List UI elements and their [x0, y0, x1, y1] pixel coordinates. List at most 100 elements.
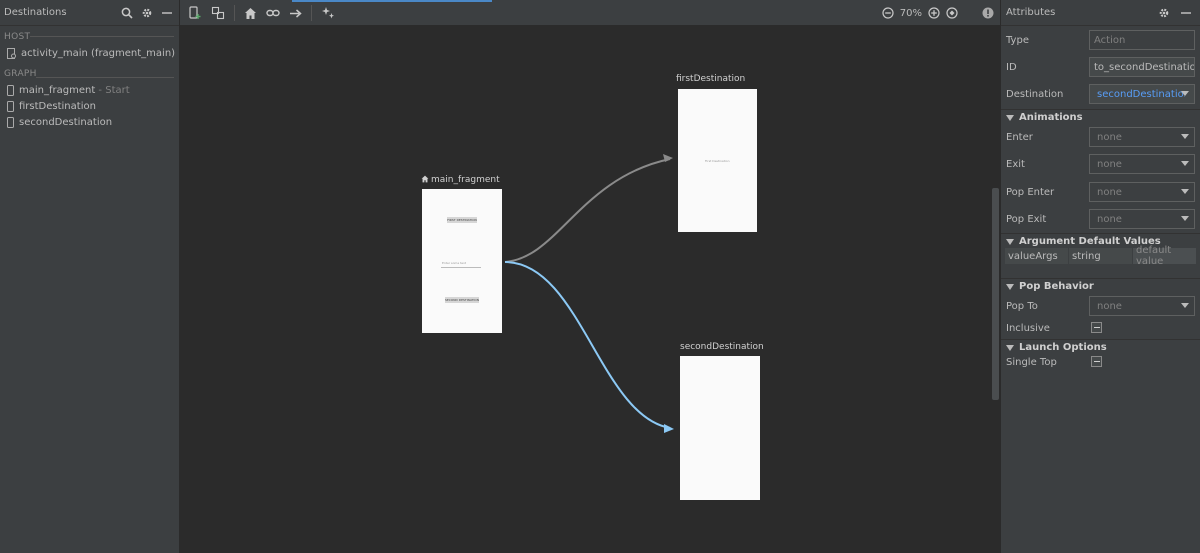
chevron-down-icon [1181, 91, 1189, 96]
mini-button-first: FIRST DESTINATION [447, 217, 477, 223]
first-destination-card[interactable]: First Destination [678, 89, 757, 232]
pop-exit-row: Pop Exit none [1001, 208, 1200, 230]
chevron-down-icon [1181, 134, 1189, 139]
host-section-label: HOST [4, 32, 31, 42]
pop-enter-select[interactable]: none [1089, 182, 1195, 202]
mini-input-underline [441, 267, 481, 268]
action-arrows-layer [504, 154, 674, 433]
destination-label: Destination [1006, 88, 1064, 100]
search-icon[interactable] [121, 7, 133, 19]
destination-row: Destination secondDestination [1001, 83, 1200, 105]
enter-select[interactable]: none [1089, 127, 1195, 147]
pop-enter-value: none [1097, 186, 1122, 198]
toolbar-separator [234, 5, 235, 21]
id-label: ID [1006, 61, 1017, 73]
home-icon [421, 175, 429, 183]
action-arrow-first[interactable] [504, 158, 671, 263]
phone-icon [7, 116, 14, 128]
minimize-icon[interactable] [1180, 7, 1192, 19]
pop-exit-label: Pop Exit [1006, 213, 1047, 225]
collapse-triangle-icon [1006, 114, 1014, 121]
type-label: Type [1006, 34, 1029, 46]
enter-label: Enter [1006, 131, 1033, 143]
argument-name-cell: valueArgs [1005, 248, 1069, 264]
single-top-label: Single Top [1006, 356, 1057, 368]
host-item-label: activity_main (fragment_main) [21, 47, 176, 59]
id-row: ID to_secondDestination [1001, 56, 1200, 78]
type-row: Type Action [1001, 29, 1200, 51]
inclusive-checkbox[interactable] [1091, 322, 1102, 333]
collapse-triangle-icon [1006, 283, 1014, 290]
graph-item-label: secondDestination [19, 116, 113, 128]
auto-arrange-icon[interactable] [321, 6, 335, 20]
id-field[interactable]: to_secondDestination [1089, 57, 1195, 77]
mini-button-second: SECOND DESTINATION [445, 297, 479, 303]
pop-to-select[interactable]: none [1089, 296, 1195, 316]
action-arrow-second-head [664, 424, 674, 433]
exit-label: Exit [1006, 158, 1025, 170]
editor-toolbar: 70% [180, 0, 1000, 26]
navigation-graph-canvas[interactable]: main_fragment FIRST DESTINATION Enter so… [180, 26, 1000, 553]
pop-exit-select[interactable]: none [1089, 209, 1195, 229]
minimize-icon[interactable] [161, 7, 173, 19]
argument-row: valueArgs string default value [1005, 245, 1197, 267]
pop-enter-label: Pop Enter [1006, 186, 1055, 198]
second-destination-card[interactable] [680, 356, 760, 500]
nested-graph-icon[interactable] [211, 6, 225, 20]
type-field: Action [1089, 30, 1195, 50]
destination-value: secondDestination [1097, 88, 1185, 100]
main-fragment-label: main_fragment [421, 175, 500, 185]
inclusive-label: Inclusive [1006, 322, 1050, 334]
add-action-icon[interactable] [289, 7, 302, 20]
zoom-out-icon[interactable] [882, 7, 894, 19]
deep-link-icon[interactable] [266, 6, 280, 20]
action-arrow-second[interactable] [504, 261, 671, 429]
phone-icon [7, 100, 14, 112]
destinations-title: Destinations [4, 7, 67, 18]
argument-type-cell: string [1069, 248, 1133, 264]
phone-icon [7, 84, 14, 96]
warning-icon[interactable] [982, 7, 994, 19]
destinations-header: Destinations [0, 0, 179, 26]
main-fragment-card[interactable]: FIRST DESTINATION Enter some text SECOND… [422, 189, 502, 333]
chevron-down-icon [1181, 216, 1189, 221]
gear-icon[interactable] [1158, 7, 1170, 19]
single-top-checkbox[interactable] [1091, 356, 1102, 367]
single-top-row: Single Top [1001, 351, 1200, 373]
enter-row: Enter none [1001, 126, 1200, 148]
gear-icon[interactable] [141, 7, 153, 19]
zoom-to-fit-icon[interactable] [946, 7, 958, 19]
mini-input-hint: Enter some text [442, 261, 467, 265]
second-destination-label: secondDestination [680, 342, 764, 352]
animations-heading: Animations [1019, 112, 1083, 123]
first-destination-inner-text: First Destination [705, 159, 730, 163]
collapse-triangle-icon [1006, 344, 1014, 351]
graph-item-label: main_fragment [19, 84, 96, 96]
pop-to-value: none [1097, 300, 1122, 312]
layout-file-icon [7, 47, 16, 59]
pop-behavior-section[interactable]: Pop Behavior [1001, 278, 1200, 294]
chevron-down-icon [1181, 303, 1189, 308]
graph-item-main-fragment[interactable]: main_fragment - Start [0, 82, 179, 98]
destinations-panel: Destinations HOST activity_main (fragmen… [0, 0, 180, 553]
pop-enter-row: Pop Enter none [1001, 181, 1200, 203]
new-destination-icon[interactable] [188, 6, 202, 20]
zoom-level-label: 70% [899, 7, 922, 19]
pop-behavior-heading: Pop Behavior [1019, 281, 1094, 292]
start-suffix: - Start [95, 84, 130, 96]
collapse-triangle-icon [1006, 238, 1014, 245]
graph-item-second-destination[interactable]: secondDestination [0, 114, 179, 130]
attributes-panel: Attributes Type Action ID to_secondDesti… [1000, 0, 1200, 553]
exit-select[interactable]: none [1089, 154, 1195, 174]
toolbar-separator [311, 5, 312, 21]
graph-item-first-destination[interactable]: firstDestination [0, 98, 179, 114]
host-item[interactable]: activity_main (fragment_main) [0, 45, 179, 61]
destination-select[interactable]: secondDestination [1089, 84, 1195, 104]
pop-to-row: Pop To none [1001, 295, 1200, 317]
vertical-scrollbar[interactable] [992, 188, 999, 400]
zoom-in-icon[interactable] [928, 7, 940, 19]
animations-section[interactable]: Animations [1001, 109, 1200, 125]
argument-default-value-input[interactable]: default value [1133, 245, 1197, 267]
attributes-header: Attributes [1001, 0, 1200, 26]
home-icon[interactable] [244, 7, 257, 20]
